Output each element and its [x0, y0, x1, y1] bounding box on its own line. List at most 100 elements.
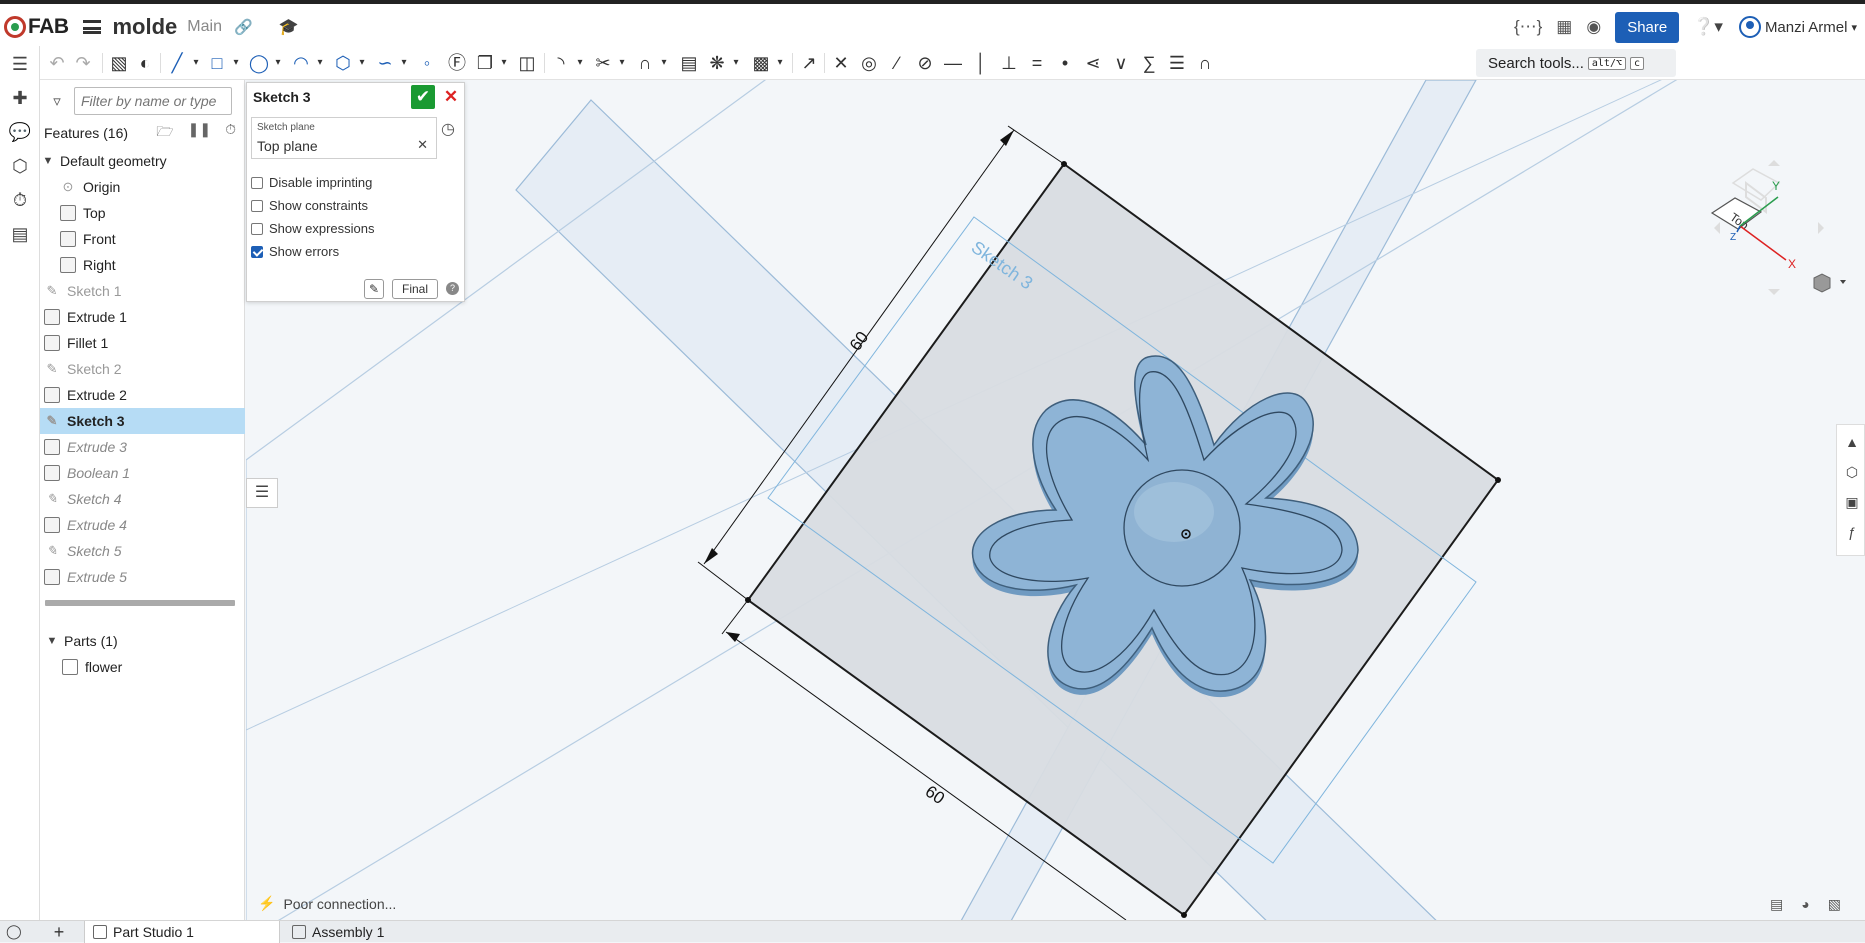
variables-icon[interactable]: {⋯}	[1514, 17, 1542, 37]
tree-item-sketch-4[interactable]: ✎ Sketch 4	[40, 486, 245, 512]
circle-icon[interactable]: ◯	[246, 50, 272, 76]
tree-item-sketch-5[interactable]: ✎ Sketch 5	[40, 538, 245, 564]
notifications-icon[interactable]: ◉	[1586, 17, 1601, 37]
use-icon[interactable]: ❐	[472, 50, 498, 76]
clear-icon[interactable]: ✕	[417, 137, 428, 153]
linear-pattern-icon[interactable]: ▤	[676, 50, 702, 76]
rotate-down-arrow[interactable]	[1768, 289, 1780, 295]
tree-item-sketch-2[interactable]: ✎ Sketch 2	[40, 356, 245, 382]
branch-name[interactable]: Main	[187, 18, 222, 36]
pierce-icon[interactable]: ∨	[1108, 50, 1134, 76]
tree-item-extrude-4[interactable]: Extrude 4	[40, 512, 245, 538]
chevron-down-icon[interactable]: ▼	[40, 155, 56, 167]
chevron-down-icon[interactable]: ▾	[730, 50, 742, 76]
section-view-icon[interactable]: ◕	[1801, 896, 1809, 913]
rollback-bar[interactable]	[45, 600, 235, 606]
vertical-icon[interactable]: │	[968, 50, 994, 76]
parts-header[interactable]: ▼ Parts (1)	[44, 628, 118, 654]
properties-icon[interactable]: ▤	[8, 222, 32, 246]
accept-button[interactable]: ✔	[411, 85, 435, 109]
dimension-label[interactable]: 60	[922, 782, 948, 808]
final-button[interactable]: Final	[392, 279, 438, 299]
document-title[interactable]: molde	[113, 14, 178, 40]
tab-manager-icon[interactable]: ◯	[6, 923, 22, 940]
help-icon[interactable]: ❔▾	[1693, 17, 1723, 37]
share-button[interactable]: Share	[1615, 11, 1680, 43]
parts-panel-icon[interactable]: ⬡	[1841, 461, 1863, 483]
offset-icon[interactable]: ∩	[632, 50, 658, 76]
parallel-icon[interactable]: ∕	[884, 50, 910, 76]
undo-icon[interactable]: ↶	[44, 50, 70, 76]
history-icon[interactable]: ◷	[441, 119, 455, 139]
tab-assembly-1[interactable]: Assembly 1	[284, 921, 480, 943]
checkbox-icon[interactable]	[251, 222, 263, 235]
add-folder-icon[interactable]: 🗁	[156, 121, 173, 145]
render-mode-icon[interactable]: ▤	[1770, 896, 1783, 913]
model-canvas[interactable]: Sketch 3 60 60 Top X Y Z	[246, 80, 1865, 920]
toggle-list-icon[interactable]: ☰	[246, 478, 278, 508]
sketch-icon[interactable]: ▧	[106, 50, 132, 76]
tree-item-boolean-1[interactable]: Boolean 1	[40, 460, 245, 486]
chevron-down-icon[interactable]: ▾	[190, 50, 202, 76]
disable-imprinting-checkbox[interactable]: Disable imprinting	[251, 175, 372, 190]
chevron-down-icon[interactable]: ▾	[616, 50, 628, 76]
horizontal-icon[interactable]: —	[940, 50, 966, 76]
checkbox-checked-icon[interactable]	[251, 245, 263, 258]
graphics-viewport[interactable]: Sketch 3 60 60 Top X Y Z	[246, 80, 1865, 920]
text-icon[interactable]: Ⓕ	[444, 50, 470, 76]
dimension-icon[interactable]: ↗	[796, 50, 822, 76]
chevron-down-icon[interactable]	[1840, 280, 1846, 284]
final-preview-icon[interactable]: ✎	[364, 279, 384, 299]
coincident-icon[interactable]: ✕	[828, 50, 854, 76]
chevron-down-icon[interactable]: ▾	[658, 50, 670, 76]
comments-icon[interactable]: 💬	[8, 120, 32, 144]
arc-icon[interactable]: ◠	[288, 50, 314, 76]
checkbox-icon[interactable]	[251, 176, 263, 189]
tree-item-fillet-1[interactable]: Fillet 1	[40, 330, 245, 356]
circular-pattern-icon[interactable]: ❋	[704, 50, 730, 76]
history-icon[interactable]: ⏱	[8, 188, 32, 212]
tree-item-default-geometry[interactable]: ▼ Default geometry	[40, 148, 245, 174]
rotate-up-arrow[interactable]	[1768, 160, 1780, 166]
tree-item-sketch-3[interactable]: ✎ Sketch 3	[40, 408, 245, 434]
view-options-icon[interactable]	[1813, 273, 1831, 293]
chevron-down-icon[interactable]: ▾	[774, 50, 786, 76]
concentric-icon[interactable]: ◎	[856, 50, 882, 76]
tree-item-top[interactable]: Top	[40, 200, 245, 226]
symmetric-icon[interactable]: ∑	[1136, 50, 1162, 76]
search-tools[interactable]: Search tools... alt/⌥ c	[1476, 49, 1676, 77]
filter-input[interactable]	[74, 87, 232, 115]
mass-properties-icon[interactable]: ▣	[1841, 491, 1863, 513]
fix-icon[interactable]: ☰	[1164, 50, 1190, 76]
show-expressions-checkbox[interactable]: Show expressions	[251, 221, 375, 236]
dimension-label[interactable]: 60	[846, 328, 872, 354]
add-tab-icon[interactable]: +	[48, 921, 70, 943]
display-icon[interactable]: ◐	[132, 50, 158, 76]
sketch-point[interactable]	[1181, 912, 1187, 918]
chevron-down-icon[interactable]: ▾	[272, 50, 284, 76]
point-icon[interactable]: ◦	[414, 50, 440, 76]
mirror-icon[interactable]: ◫	[514, 50, 540, 76]
sketch-plane-field[interactable]: Sketch plane Top plane ✕	[251, 117, 437, 159]
app-store-icon[interactable]: ▦	[1556, 17, 1572, 37]
user-menu[interactable]: Manzi Armel ▾	[1738, 16, 1857, 38]
part-item-flower[interactable]: flower	[62, 654, 122, 680]
parts-icon[interactable]: ⬡	[8, 154, 32, 178]
chevron-down-icon[interactable]: ▾	[398, 50, 410, 76]
pause-icon[interactable]: ❚❚	[188, 121, 211, 145]
feature-list-icon[interactable]: ☰	[8, 52, 32, 76]
checkbox-icon[interactable]	[251, 199, 263, 212]
cancel-button[interactable]: ✕	[442, 85, 460, 109]
tree-item-extrude-1[interactable]: Extrude 1	[40, 304, 245, 330]
perpendicular-icon[interactable]: ⊥	[996, 50, 1022, 76]
chevron-down-icon[interactable]: ▼	[44, 635, 60, 647]
variable-icon[interactable]: ✚	[8, 86, 32, 110]
filter-icon[interactable]: ▿	[48, 92, 66, 110]
spline-icon[interactable]: ∽	[372, 50, 398, 76]
equal-icon[interactable]: =	[1024, 50, 1050, 76]
fillet-icon[interactable]: ◝	[548, 50, 574, 76]
line-icon[interactable]: ╱	[164, 50, 190, 76]
rectangle-icon[interactable]: □	[204, 50, 230, 76]
measure-icon[interactable]: ▧	[1828, 896, 1841, 913]
rotate-right-arrow[interactable]	[1818, 222, 1824, 234]
